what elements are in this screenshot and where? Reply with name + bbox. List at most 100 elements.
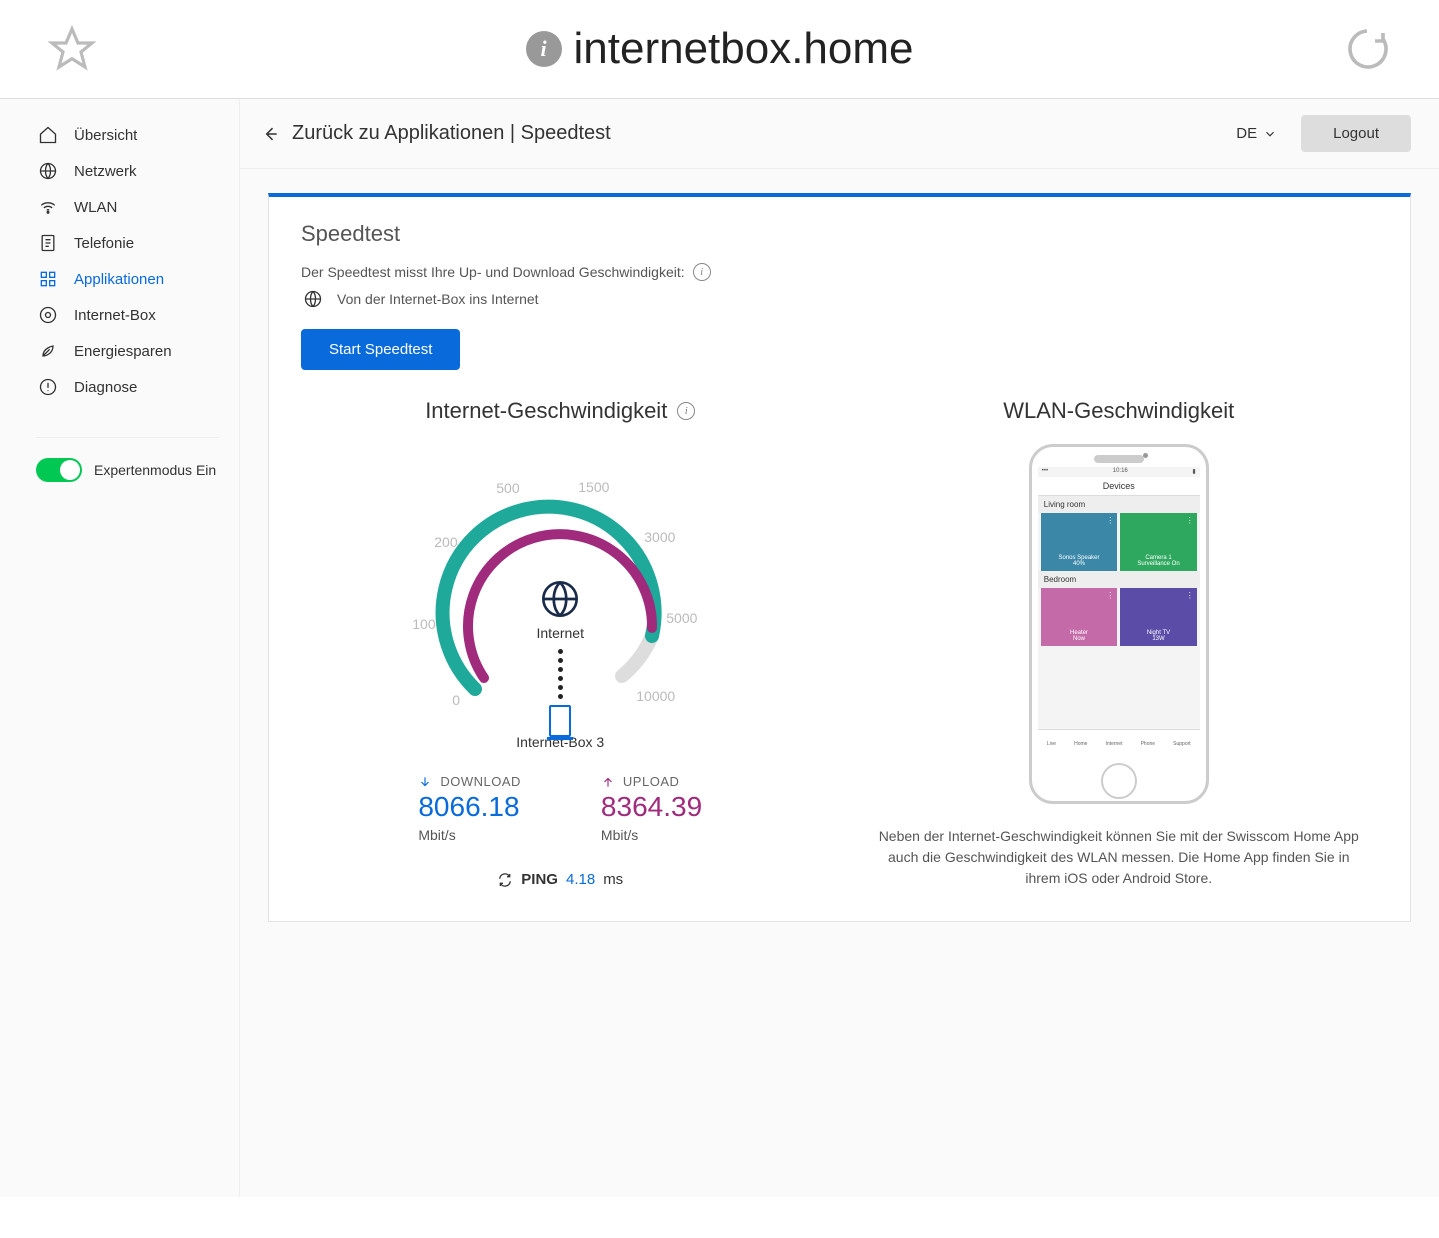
chevron-down-icon [1263, 127, 1277, 141]
card-desc-sub-text: Von der Internet-Box ins Internet [337, 291, 539, 307]
sidebar-item-label: Netzwerk [74, 163, 137, 180]
sidebar-item-label: Diagnose [74, 379, 137, 396]
ping-unit: ms [603, 871, 623, 888]
phone-tile: ⋮Camera 1Surveillance On [1120, 513, 1197, 571]
globe-icon [38, 161, 58, 181]
phone-home-button-icon [1101, 763, 1137, 799]
phone-time: 10:16 [1113, 468, 1128, 476]
phone-tab: Internet [1106, 741, 1123, 747]
app-header: i internetbox.home [0, 0, 1439, 99]
site-title: internetbox.home [574, 24, 914, 74]
sidebar-item-label: Telefonie [74, 235, 134, 252]
favorite-star-icon[interactable] [48, 25, 96, 73]
download-label: DOWNLOAD [440, 774, 521, 789]
card-title: Speedtest [301, 221, 1378, 247]
sidebar-item-network[interactable]: Netzwerk [0, 153, 239, 189]
gauge-tick: 500 [496, 480, 519, 496]
phone-tab: Live [1047, 741, 1056, 747]
ping-label: PING [521, 871, 558, 888]
download-arrow-icon [418, 775, 432, 789]
phone-tile: ⋮HeaterNow [1041, 588, 1118, 646]
card-desc-text: Der Speedtest misst Ihre Up- und Downloa… [301, 264, 685, 280]
breadcrumb[interactable]: Zurück zu Applikationen | Speedtest [260, 122, 611, 145]
refresh-icon [497, 872, 513, 888]
breadcrumb-text: Zurück zu Applikationen | Speedtest [292, 122, 611, 145]
info-icon[interactable]: i [693, 263, 711, 281]
sidebar-item-label: Applikationen [74, 271, 164, 288]
info-icon[interactable]: i [526, 31, 562, 67]
gauge-title-text: Internet-Geschwindigkeit [425, 398, 667, 424]
wifi-icon [38, 197, 58, 217]
upload-unit: Mbit/s [601, 827, 702, 843]
home-icon [38, 125, 58, 145]
upload-result: UPLOAD 8364.39 Mbit/s [601, 774, 702, 843]
wlan-title: WLAN-Geschwindigkeit [860, 398, 1379, 424]
card-description: Der Speedtest misst Ihre Up- und Downloa… [301, 263, 1378, 281]
main-topbar: Zurück zu Applikationen | Speedtest DE L… [240, 99, 1439, 169]
phone-app-title: Devices [1038, 477, 1200, 496]
expert-mode-label: Expertenmodus Ein [94, 462, 216, 478]
reload-icon[interactable] [1343, 25, 1391, 73]
gauge-center: Internet [400, 579, 720, 737]
phone-section-label: Living room [1038, 496, 1200, 513]
phone-tabbar: Live Home Internet Phone Support [1038, 729, 1200, 757]
tile-sub: Now [1073, 636, 1085, 642]
language-selector[interactable]: DE [1236, 125, 1277, 142]
card-description-sub: Von der Internet-Box ins Internet [303, 289, 1378, 309]
tile-sub: Surveillance On [1137, 561, 1179, 567]
upload-value: 8364.39 [601, 791, 702, 823]
sidebar-item-label: WLAN [74, 199, 117, 216]
download-value: 8066.18 [418, 791, 521, 823]
upload-label: UPLOAD [623, 774, 679, 789]
sidebar-item-label: Übersicht [74, 127, 137, 144]
sidebar-item-telephony[interactable]: Telefonie [0, 225, 239, 261]
phone-statusbar: •••10:16▮ [1038, 467, 1200, 477]
sidebar-item-label: Internet-Box [74, 307, 156, 324]
phone-camera-icon [1143, 453, 1148, 458]
globe-icon [540, 579, 580, 619]
gauge-tick: 3000 [644, 529, 675, 545]
leaf-icon [38, 341, 58, 361]
info-icon[interactable]: i [677, 402, 695, 420]
globe-icon [303, 289, 323, 309]
gauge-center-top-label: Internet [400, 625, 720, 641]
phone-mockup: •••10:16▮ Devices Living room ⋮Sonos Spe… [1029, 444, 1209, 804]
phone-tab: Phone [1141, 741, 1155, 747]
sidebar-item-energy[interactable]: Energiesparen [0, 333, 239, 369]
speed-gauge: 0 100 200 500 1500 3000 5000 10000 Inter… [400, 444, 720, 724]
download-unit: Mbit/s [418, 827, 521, 843]
internet-speed-title: Internet-Geschwindigkeit i [301, 398, 820, 424]
sidebar-item-overview[interactable]: Übersicht [0, 117, 239, 153]
phone-section-label: Bedroom [1038, 571, 1200, 588]
speedtest-card: Speedtest Der Speedtest misst Ihre Up- u… [268, 193, 1411, 922]
download-result: DOWNLOAD 8066.18 Mbit/s [418, 774, 521, 843]
ping-result: PING 4.18 ms [301, 871, 820, 888]
internet-speed-column: Internet-Geschwindigkeit i [301, 398, 820, 889]
logout-button[interactable]: Logout [1301, 115, 1411, 152]
sidebar-item-diagnose[interactable]: Diagnose [0, 369, 239, 405]
gauge-tick: 200 [434, 534, 457, 550]
phone-tile: ⋮Night TV13W [1120, 588, 1197, 646]
sidebar-item-applications[interactable]: Applikationen [0, 261, 239, 297]
router-box-icon [549, 705, 571, 737]
phone-speaker-icon [1094, 455, 1144, 463]
sidebar: Übersicht Netzwerk WLAN Telefonie Applik… [0, 99, 240, 1197]
connection-dots-icon [400, 649, 720, 699]
tile-sub: 13W [1152, 636, 1164, 642]
speed-results: DOWNLOAD 8066.18 Mbit/s UPLOAD 8364.39 M [301, 774, 820, 843]
phone-tab: Home [1074, 741, 1087, 747]
back-arrow-icon [260, 124, 280, 144]
phone-screen: •••10:16▮ Devices Living room ⋮Sonos Spe… [1038, 467, 1200, 757]
main-content: Zurück zu Applikationen | Speedtest DE L… [240, 99, 1439, 1197]
apps-icon [38, 269, 58, 289]
alert-icon [38, 377, 58, 397]
language-label: DE [1236, 125, 1257, 142]
router-icon [38, 305, 58, 325]
wlan-description: Neben der Internet-Geschwindigkeit könne… [860, 826, 1379, 889]
sidebar-item-label: Energiesparen [74, 343, 172, 360]
sidebar-item-wlan[interactable]: WLAN [0, 189, 239, 225]
phone-tile: ⋮Sonos Speaker40% [1041, 513, 1118, 571]
sidebar-item-internetbox[interactable]: Internet-Box [0, 297, 239, 333]
start-speedtest-button[interactable]: Start Speedtest [301, 329, 460, 370]
expert-mode-toggle[interactable] [36, 458, 82, 482]
